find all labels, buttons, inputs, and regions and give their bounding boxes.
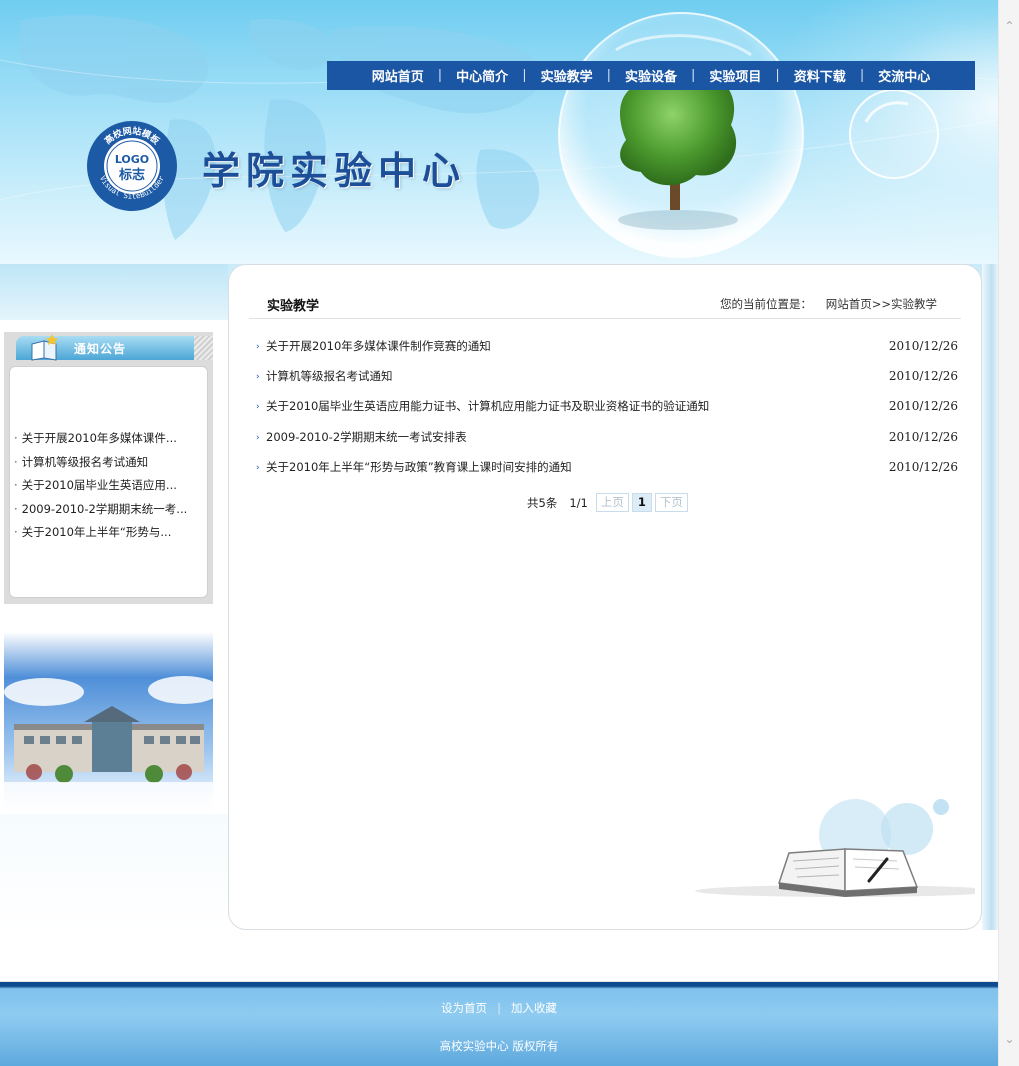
article-date: 2010/12/26 bbox=[888, 339, 958, 353]
article-row[interactable]: › 关于开展2010年多媒体课件制作竞赛的通知 2010/12/26 bbox=[256, 337, 958, 367]
content-header: 实验教学 您的当前位置是： 网站首页>>实验教学 bbox=[249, 287, 961, 319]
open-book-decoration bbox=[695, 799, 975, 897]
article-title[interactable]: 关于2010年上半年“形势与政策”教育课上课时间安排的通知 bbox=[266, 458, 572, 476]
copyright-text: 高校实验中心 版权所有 bbox=[439, 1039, 559, 1053]
arrow-right-icon: › bbox=[256, 432, 260, 443]
breadcrumb-label: 您的当前位置是： bbox=[720, 297, 813, 311]
notice-item[interactable]: 2009-2010-2学期期末统一考... bbox=[14, 501, 199, 525]
article-row[interactable]: › 关于2010年上半年“形势与政策”教育课上课时间安排的通知 2010/12/… bbox=[256, 458, 958, 488]
svg-text:LOGO: LOGO bbox=[115, 153, 149, 166]
footer-links: 设为首页 | 加入收藏 bbox=[0, 1000, 998, 1016]
prev-page-button[interactable]: 上页 bbox=[595, 493, 629, 512]
notice-panel-title: 通知公告 bbox=[74, 342, 127, 356]
pagination-pages: 1/1 bbox=[569, 495, 588, 510]
campus-building-image bbox=[4, 632, 213, 814]
breadcrumb-home-link[interactable]: 网站首页 bbox=[826, 297, 872, 311]
arrow-right-icon: › bbox=[256, 402, 260, 413]
footer-separator: | bbox=[497, 1001, 501, 1015]
logo-icon[interactable]: LOGO 标志 高校网站模板 Visual SiteBuilder bbox=[86, 120, 178, 212]
page-scrollbar[interactable]: ⌃ ⌄ bbox=[998, 0, 1019, 1066]
main-content-panel: 实验教学 您的当前位置是： 网站首页>>实验教学 › 关于开展2010年多媒体课… bbox=[228, 264, 982, 930]
pagination: 共5条 1/1 上页 1 下页 bbox=[527, 493, 691, 512]
arrow-right-icon: › bbox=[256, 372, 260, 383]
right-edge-strip bbox=[982, 264, 998, 930]
site-title: 学院实验中心 bbox=[202, 148, 467, 193]
article-date: 2010/12/26 bbox=[888, 459, 958, 474]
arrow-right-icon: › bbox=[256, 462, 260, 473]
nav-item-community[interactable]: 交流中心 bbox=[864, 66, 944, 85]
nav-item-teaching[interactable]: 实验教学 bbox=[527, 66, 607, 85]
notice-item[interactable]: 关于2010年上半年“形势与... bbox=[14, 524, 199, 548]
article-list: › 关于开展2010年多媒体课件制作竞赛的通知 2010/12/26 › 计算机… bbox=[256, 337, 958, 488]
left-column-band bbox=[0, 264, 228, 320]
globe-tree-graphic bbox=[558, 12, 804, 258]
site-header: 网站首页 | 中心简介 | 实验教学 | 实验设备 | 实验项目 | 资料下载 … bbox=[0, 0, 998, 264]
article-row[interactable]: › 2009-2010-2学期期末统一考试安排表 2010/12/26 bbox=[256, 428, 958, 458]
article-title[interactable]: 关于开展2010年多媒体课件制作竞赛的通知 bbox=[266, 337, 491, 355]
chevron-up-icon[interactable]: ⌃ bbox=[999, 18, 1019, 35]
breadcrumb: 您的当前位置是： 网站首页>>实验教学 bbox=[720, 296, 937, 312]
nav-item-projects[interactable]: 实验项目 bbox=[695, 66, 775, 85]
add-favorite-link[interactable]: 加入收藏 bbox=[511, 1001, 557, 1015]
open-book-icon bbox=[31, 334, 58, 361]
chevron-down-icon[interactable]: ⌄ bbox=[999, 1031, 1019, 1048]
footer-spacer bbox=[0, 930, 998, 982]
pagination-total: 共5条 bbox=[527, 495, 558, 510]
article-row[interactable]: › 计算机等级报名考试通知 2010/12/26 bbox=[256, 367, 958, 397]
notice-list: 关于开展2010年多媒体课件... 计算机等级报名考试通知 关于2010届毕业生… bbox=[14, 430, 199, 548]
nav-item-about[interactable]: 中心简介 bbox=[442, 66, 522, 85]
article-date: 2010/12/26 bbox=[888, 429, 958, 444]
nav-item-equipment[interactable]: 实验设备 bbox=[611, 66, 691, 85]
left-column-fade bbox=[0, 814, 228, 930]
article-title[interactable]: 计算机等级报名考试通知 bbox=[266, 367, 393, 385]
nav-item-downloads[interactable]: 资料下载 bbox=[780, 66, 860, 85]
notice-panel: 通知公告 关于开展2010年多媒体课件... 计算机等级报名考试通知 关于201… bbox=[4, 332, 213, 604]
set-homepage-link[interactable]: 设为首页 bbox=[441, 1001, 487, 1015]
site-footer: 设为首页 | 加入收藏 高校实验中心 版权所有 bbox=[0, 982, 998, 1066]
article-title[interactable]: 2009-2010-2学期期末统一考试安排表 bbox=[266, 428, 467, 446]
current-page-button[interactable]: 1 bbox=[631, 493, 652, 512]
next-page-button[interactable]: 下页 bbox=[654, 493, 688, 512]
arrow-right-icon: › bbox=[256, 342, 260, 352]
svg-text:标志: 标志 bbox=[118, 167, 145, 183]
main-nav: 网站首页 | 中心简介 | 实验教学 | 实验设备 | 实验项目 | 资料下载 … bbox=[327, 61, 975, 90]
breadcrumb-separator: >> bbox=[871, 297, 891, 311]
article-date: 2010/12/26 bbox=[888, 399, 958, 414]
bubble-graphic bbox=[849, 89, 939, 179]
article-title[interactable]: 关于2010届毕业生英语应用能力证书、计算机应用能力证书及职业资格证书的验证通知 bbox=[266, 397, 709, 415]
notice-item[interactable]: 关于开展2010年多媒体课件... bbox=[14, 430, 199, 454]
notice-panel-tab-stripes bbox=[194, 336, 213, 360]
page-title: 实验教学 bbox=[267, 299, 320, 314]
article-row[interactable]: › 关于2010届毕业生英语应用能力证书、计算机应用能力证书及职业资格证书的验证… bbox=[256, 397, 958, 427]
nav-item-home[interactable]: 网站首页 bbox=[358, 66, 438, 85]
article-date: 2010/12/26 bbox=[888, 369, 958, 384]
notice-item[interactable]: 计算机等级报名考试通知 bbox=[14, 454, 199, 478]
breadcrumb-current[interactable]: 实验教学 bbox=[891, 297, 937, 311]
notice-item[interactable]: 关于2010届毕业生英语应用... bbox=[14, 477, 199, 501]
